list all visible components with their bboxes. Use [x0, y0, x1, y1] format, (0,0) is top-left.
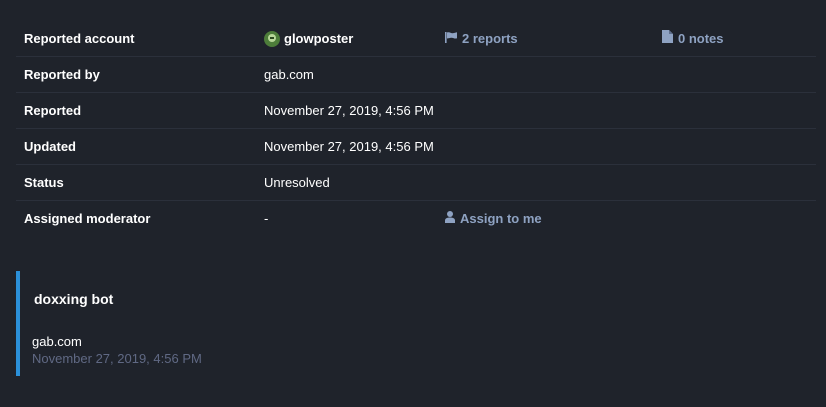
assign-to-me-label: Assign to me	[460, 211, 542, 226]
label-assigned-moderator: Assigned moderator	[24, 211, 151, 226]
reports-link[interactable]: 2 reports	[445, 21, 518, 56]
notes-link[interactable]: 0 notes	[662, 21, 724, 56]
reports-link-label: 2 reports	[462, 31, 518, 46]
row-updated: Updated November 27, 2019, 4:56 PM	[16, 129, 816, 165]
updated-date: November 27, 2019, 4:56 PM	[264, 139, 434, 154]
reported-account-link[interactable]: glowposter	[264, 21, 353, 56]
user-icon	[445, 201, 455, 236]
row-reported-account: Reported account glowposter 2 reports 0 …	[16, 21, 816, 57]
row-reported: Reported November 27, 2019, 4:56 PM	[16, 93, 816, 129]
report-note: doxxing bot gab.com November 27, 2019, 4…	[16, 271, 420, 376]
reported-by-value: gab.com	[264, 67, 314, 82]
report-details-table: Reported account glowposter 2 reports 0 …	[16, 21, 816, 236]
note-title: doxxing bot	[34, 291, 114, 307]
row-status: Status Unresolved	[16, 165, 816, 201]
row-assigned-moderator: Assigned moderator - Assign to me	[16, 201, 816, 236]
label-reported-by: Reported by	[24, 67, 100, 82]
status-value: Unresolved	[264, 175, 330, 190]
assigned-moderator-value: -	[264, 211, 269, 226]
reported-account-name: glowposter	[284, 31, 354, 46]
flag-icon	[445, 21, 457, 56]
note-author: gab.com	[32, 334, 82, 349]
file-icon	[662, 21, 673, 56]
reported-date: November 27, 2019, 4:56 PM	[264, 103, 434, 118]
note-date: November 27, 2019, 4:56 PM	[32, 351, 202, 366]
label-reported-account: Reported account	[24, 31, 135, 46]
label-reported: Reported	[24, 103, 82, 118]
label-updated: Updated	[24, 139, 76, 154]
avatar-icon	[264, 30, 280, 47]
assign-to-me-button[interactable]: Assign to me	[445, 201, 542, 236]
label-status: Status	[24, 175, 64, 190]
notes-link-label: 0 notes	[678, 31, 724, 46]
row-reported-by: Reported by gab.com	[16, 57, 816, 93]
